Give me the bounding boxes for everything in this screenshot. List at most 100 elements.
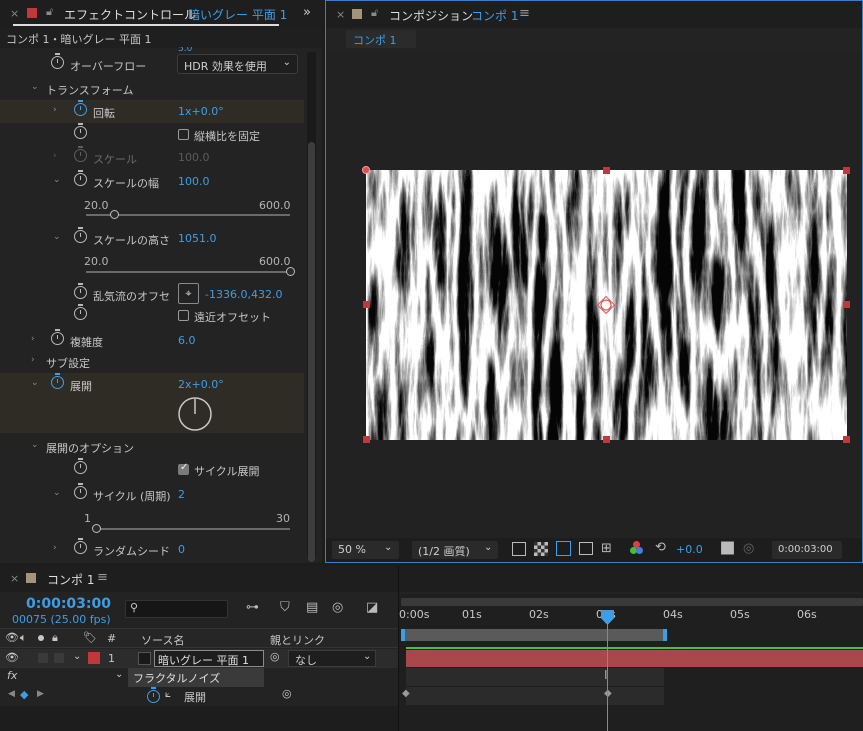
layer-row[interactable]: 👁︎ ⌄ 1 暗いグレー 平面 1 ◎ なし ⌄ [0,649,398,668]
layer-label-color[interactable] [88,652,100,664]
tab-timeline-title[interactable]: コンポ 1 [47,571,94,588]
stopwatch-icon[interactable] [74,483,87,499]
rgb-channels-icon[interactable] [630,541,644,555]
stopwatch-icon[interactable] [74,170,87,186]
guides-grid-icon[interactable]: ⊞ [601,541,612,556]
work-area-end-handle[interactable] [663,629,667,641]
close-icon[interactable]: × [10,7,19,20]
work-area-start-handle[interactable] [401,629,405,641]
offset-value[interactable]: -1336.0,432.0 [205,288,282,301]
tab-effect-controls-title[interactable]: エフェクトコントロール [64,6,196,23]
stopwatch-icon[interactable] [74,538,87,554]
quality-dropdown[interactable]: (1/2 画質) ⌄ [412,541,498,559]
panel-overflow-icon[interactable]: » [303,5,311,20]
tab-composition-name[interactable]: コンポ 1 [471,7,518,24]
mask-path-visibility-icon[interactable] [556,541,571,556]
label-tag-icon[interactable]: 🏷︎ [83,631,97,644]
keyframe-icon[interactable]: ◆ [20,688,28,701]
layer-handle-bottom-right[interactable] [843,436,850,443]
scale-height-slider-knob[interactable] [285,267,295,276]
close-icon[interactable]: × [10,572,19,585]
stopwatch-icon[interactable] [74,123,87,139]
layer-name-field[interactable]: 暗いグレー 平面 1 [154,650,264,667]
stopwatch-active-icon[interactable] [147,687,160,703]
twirl-open-icon[interactable]: ⌄ [73,651,81,662]
keyframe-diamond-start[interactable]: ◆ [402,688,410,699]
effect-row[interactable]: fx ⌄ フラクタルノイズ [0,668,398,687]
parent-dropdown[interactable]: なし ⌄ [288,650,376,667]
pickwhip-icon[interactable]: ◎ [270,650,280,663]
evolution-value[interactable]: 2x+0.0° [178,378,224,391]
stopwatch-icon[interactable] [51,53,64,69]
complexity-value[interactable]: 6.0 [178,334,196,347]
lock-toggle[interactable] [54,653,64,663]
playhead-line[interactable] [607,612,608,731]
twirl-open-icon[interactable]: ⌄ [31,82,39,92]
work-area-bar[interactable] [401,629,667,641]
solo-toggle[interactable] [38,653,48,663]
stopwatch-icon[interactable] [74,304,87,320]
stopwatch-active-icon[interactable] [51,373,64,389]
layer-duration-bar[interactable] [406,650,863,667]
anchor-point-icon[interactable] [596,295,616,315]
camera-snapshot-icon[interactable]: ⬛︎ [721,541,734,556]
layer-handle-bottom-left[interactable] [363,436,370,443]
cycle-slider[interactable] [96,528,290,530]
pickwhip-icon[interactable]: ◎ [282,687,292,700]
comp-flowchart-tab[interactable]: コンポ 1 [346,30,416,48]
show-snapshot-icon[interactable]: ◎ [743,541,754,556]
twirl-open-icon[interactable]: ⌄ [115,669,123,680]
twirl-open-icon[interactable]: ⌄ [53,232,61,242]
tab-effect-controls-layer[interactable]: 暗いグレー 平面 1 [188,6,287,23]
twirl-open-icon[interactable]: ⌄ [31,440,39,450]
cycle-slider-knob[interactable] [91,524,101,533]
exposure-value[interactable]: +0.0 [676,543,703,556]
transparency-grid-icon[interactable] [534,542,548,556]
row-transform[interactable]: ⌄ トランスフォーム [0,77,304,100]
random-seed-value[interactable]: 0 [178,543,185,556]
row-sub-settings[interactable]: › サブ設定 [0,350,304,373]
next-keyframe-icon[interactable]: ▶ [37,689,44,699]
stopwatch-active-icon[interactable] [74,100,87,116]
lock-icon[interactable]: 🔓︎ [371,6,378,20]
effect-controls-scrollbar[interactable] [307,52,316,562]
region-of-interest-icon[interactable] [579,542,593,555]
row-evolution-options[interactable]: ⌄ 展開のオプション [0,435,304,458]
layer-handle-mid-right[interactable] [843,301,850,308]
composition-viewer[interactable] [326,53,862,538]
scrollbar-thumb[interactable] [308,142,315,562]
evolution-dial-icon[interactable] [177,396,213,432]
twirl-closed-icon[interactable]: › [31,334,35,344]
layer-handle-top-center[interactable] [603,167,610,174]
layer-handle-mid-left[interactable] [363,301,370,308]
crosshair-point-icon[interactable]: ⌖ [178,283,199,304]
scale-width-value[interactable]: 100.0 [178,175,210,188]
cycle-value[interactable]: 2 [178,488,185,501]
twirl-open-icon[interactable]: ⌄ [53,175,61,185]
timeline-search-input[interactable]: ⚲ [125,600,228,618]
property-row[interactable]: ◀ ◆ ▶ ⟀ 展開 ◎ [0,687,398,706]
twirl-open-icon[interactable]: ⌄ [31,378,39,388]
lock-aspect-checkbox[interactable] [178,129,189,140]
twirl-open-icon[interactable]: ⌄ [53,488,61,498]
zoom-dropdown[interactable]: 50 % ⌄ [332,541,399,559]
column-parent[interactable]: 親とリンク [270,632,325,648]
exposure-icon[interactable]: ⟲ [655,540,666,555]
fx-label[interactable]: fx [7,669,17,682]
scale-height-slider[interactable] [86,271,290,273]
stopwatch-icon[interactable] [51,329,64,345]
close-icon[interactable]: × [336,8,345,21]
effect-name-field[interactable]: フラクタルノイズ [128,668,264,687]
lock-icon[interactable]: 🔒︎ [52,631,58,645]
stopwatch-icon[interactable] [74,458,87,474]
rotation-value[interactable]: 1x+0.0° [178,105,224,118]
perspective-checkbox[interactable] [178,310,189,321]
timeline-timecode[interactable]: 0:00:03:00 [26,596,111,612]
stopwatch-icon[interactable] [74,283,87,299]
visibility-eye-icon[interactable]: 👁︎ [5,651,19,664]
audio-icon[interactable]: 🔈︎ [20,631,27,645]
scale-width-slider-knob[interactable] [109,210,119,219]
graph-icon[interactable]: ⟀ [165,689,171,700]
time-navigator-bar[interactable] [401,598,863,606]
twirl-closed-icon[interactable]: › [53,543,57,553]
